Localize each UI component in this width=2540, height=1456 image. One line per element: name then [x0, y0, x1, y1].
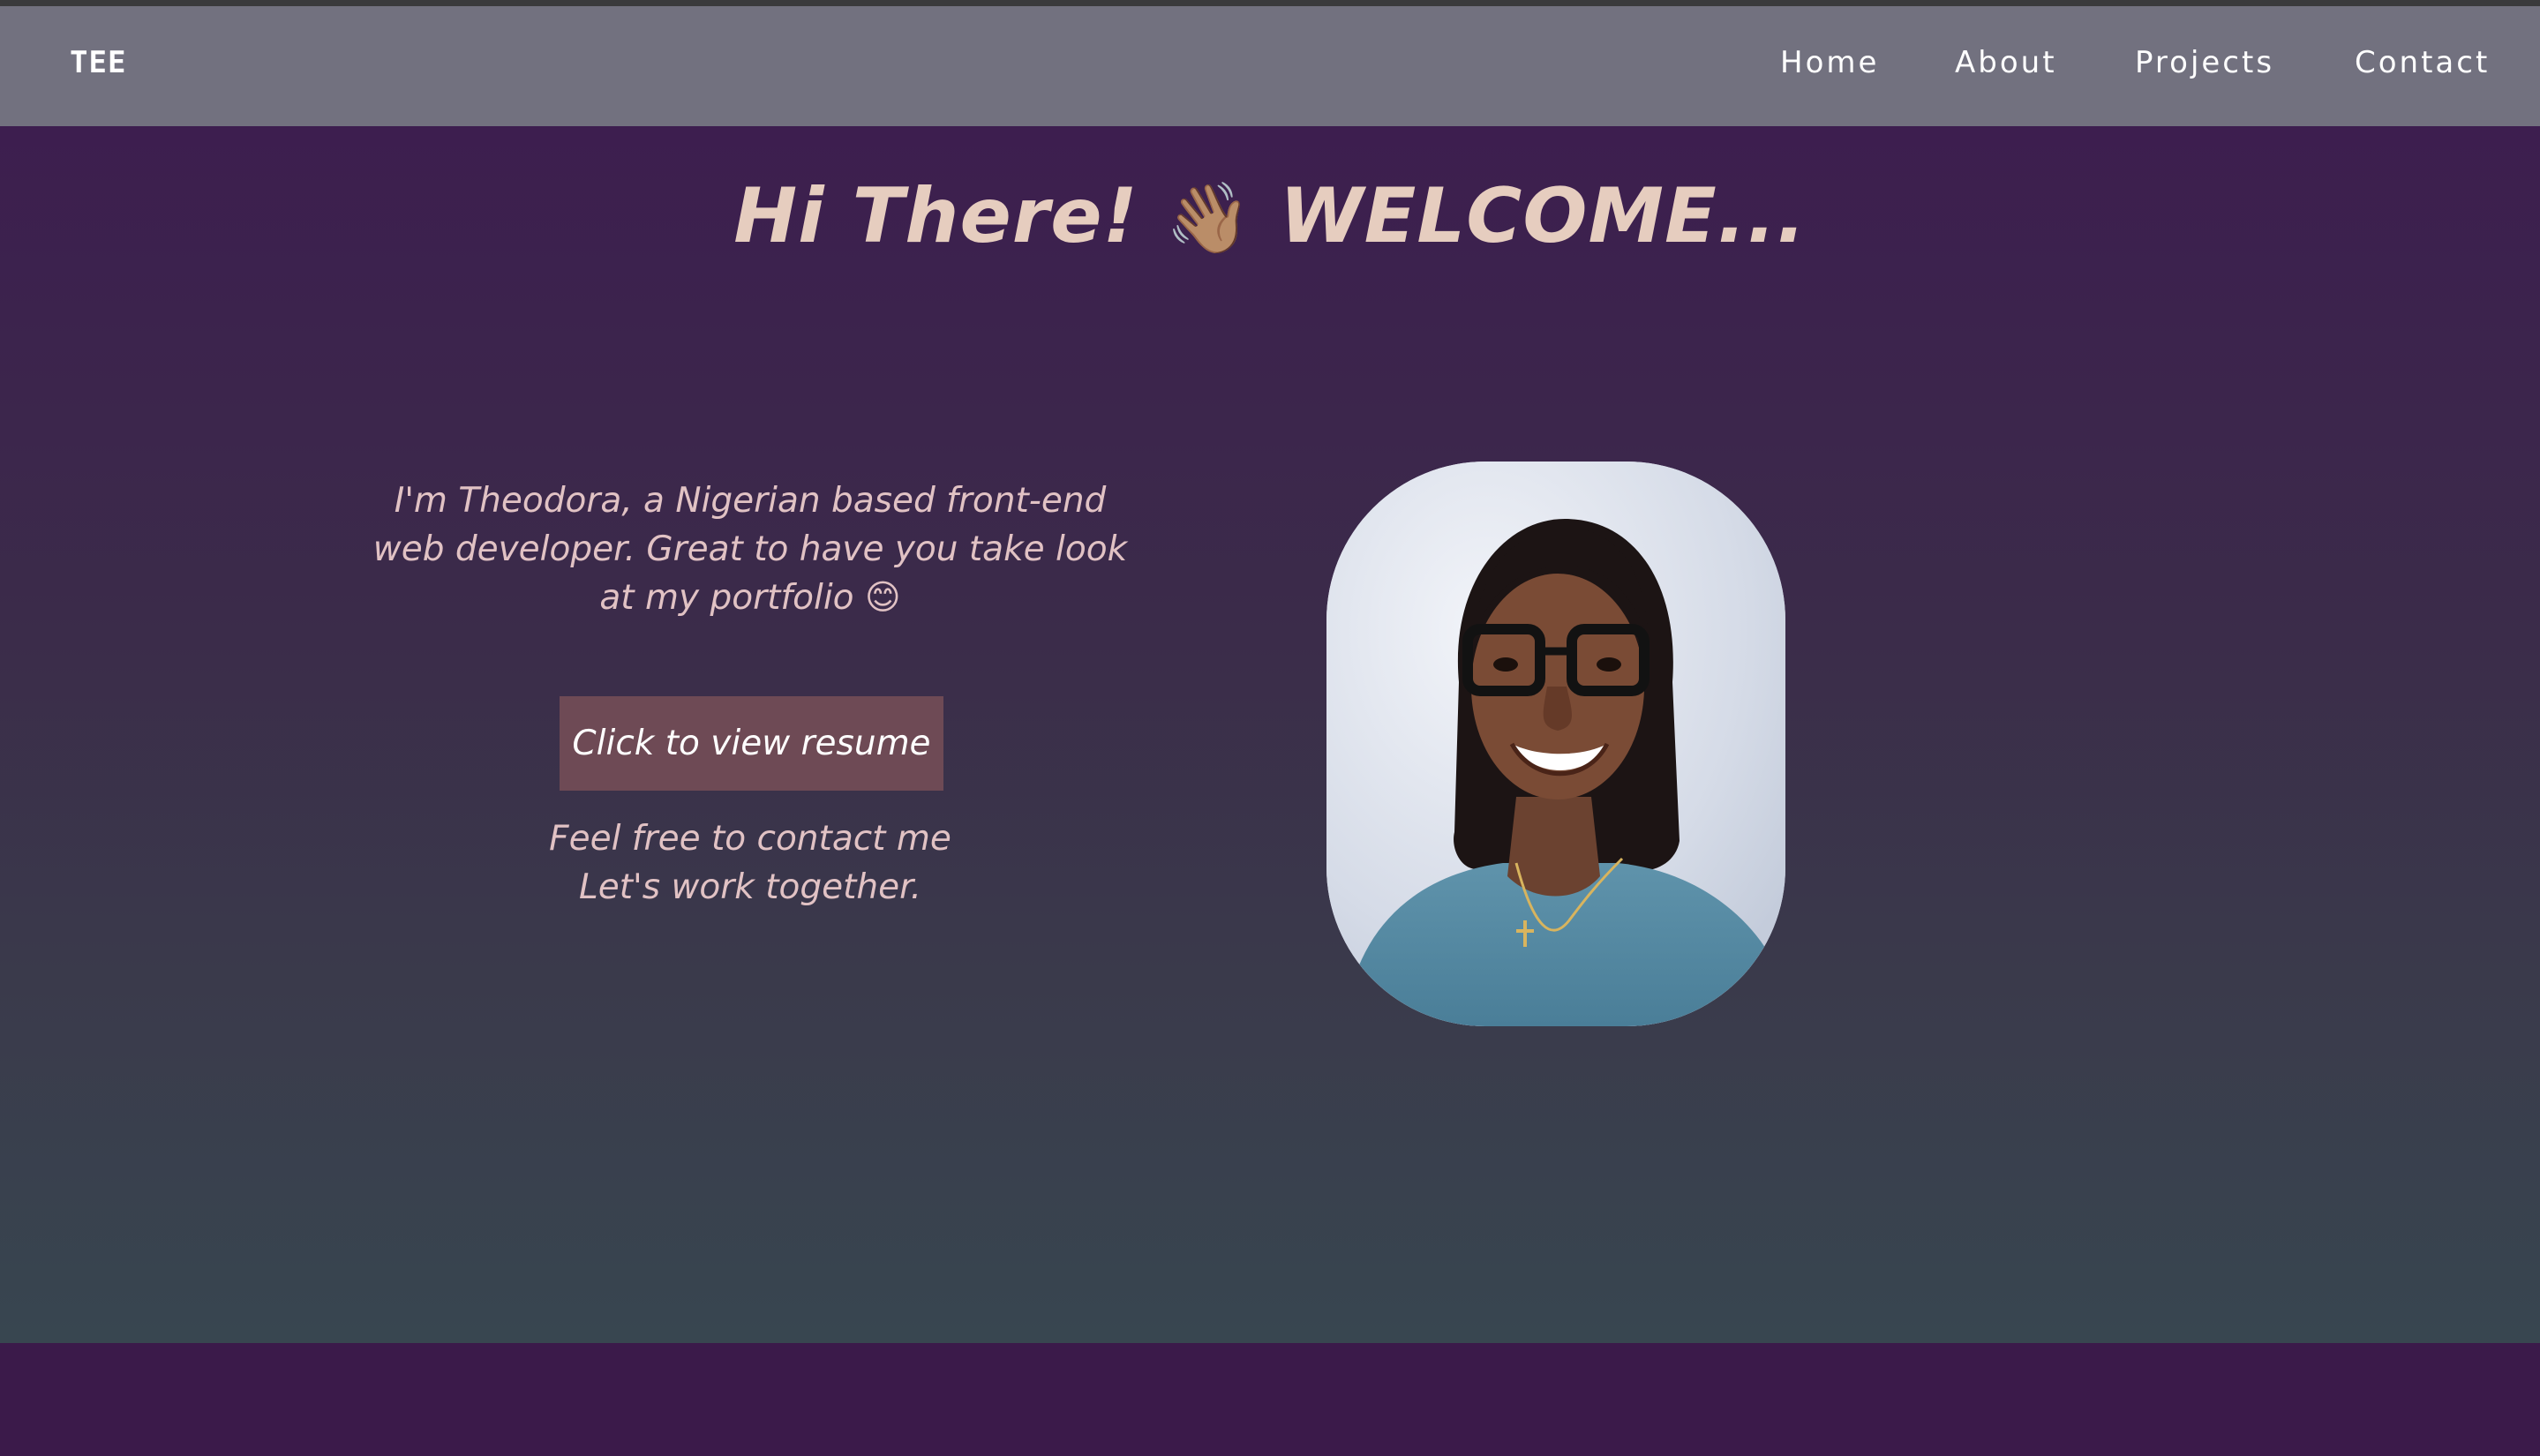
site-logo[interactable]: TEE [70, 45, 126, 80]
nav-link-projects[interactable]: Projects [2135, 45, 2274, 80]
contact-invite-line-2: Let's work together. [579, 867, 921, 907]
waving-hand-icon: 👋🏽 [1165, 179, 1252, 259]
top-border [0, 0, 2540, 6]
navbar: TEE Home About Projects Contact [0, 6, 2540, 126]
hero-section: Hi There! 👋🏽 WELCOME... I'm Theodora, a … [0, 126, 2540, 1343]
nav-link-contact[interactable]: Contact [2355, 45, 2490, 80]
intro-text: I'm Theodora, a Nigerian based front-end… [372, 481, 1128, 618]
nav-link-home[interactable]: Home [1780, 45, 1879, 80]
contact-invite: Feel free to contact me Let's work toget… [459, 814, 1041, 912]
welcome-heading: Hi There! 👋🏽 WELCOME... [0, 172, 2540, 260]
footer-band [0, 1343, 2540, 1456]
welcome-word: WELCOME... [1279, 172, 1807, 260]
welcome-greeting: Hi There! [733, 172, 1138, 260]
nav-link-about[interactable]: About [1955, 45, 2057, 80]
profile-photo [1326, 462, 1785, 1026]
portrait-photo-icon [1326, 462, 1785, 1026]
view-resume-button[interactable]: Click to view resume [560, 696, 943, 791]
contact-invite-line-1: Feel free to contact me [549, 819, 951, 859]
